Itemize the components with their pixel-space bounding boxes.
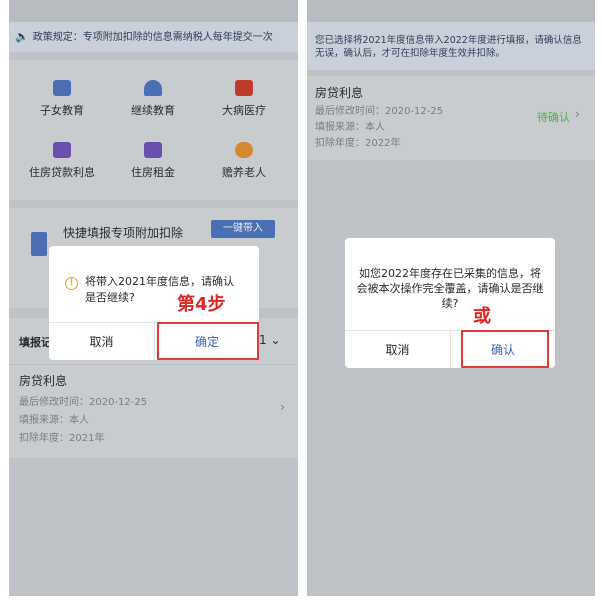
record-deduction-year: 扣除年度：2021年 xyxy=(19,433,105,444)
status-bar xyxy=(307,0,595,22)
house-loan-icon xyxy=(53,142,71,158)
category-label: 住房贷款利息 xyxy=(29,166,95,179)
children-education-icon xyxy=(53,80,71,96)
dialog-message: 如您2022年度存在已采集的信息，将会被本次操作完全覆盖，请确认是否继续? xyxy=(356,267,544,310)
policy-notice: 🔈 政策规定：专项附加扣除的信息需纳税人每年提交一次 xyxy=(9,22,298,52)
house-rent-icon xyxy=(144,142,162,158)
record-source: 填报来源：本人 xyxy=(19,415,89,426)
records-section-header: 填报记 xyxy=(19,336,52,349)
divider xyxy=(9,364,298,365)
category-label: 大病医疗 xyxy=(222,104,266,117)
record-title: 房贷利息 xyxy=(19,374,68,388)
graduation-cap-icon xyxy=(144,80,162,96)
deduction-categories-panel: 子女教育 继续教育 大病医疗 住房贷款利息 住房租金 赡养老人 xyxy=(9,60,298,200)
or-annotation: 或 xyxy=(473,306,491,327)
speaker-icon: 🔈 xyxy=(15,30,29,43)
record-modified-time: 最后修改时间：2020-12-25 xyxy=(19,397,148,408)
category-label: 住房租金 xyxy=(131,166,175,179)
cancel-button[interactable]: 取消 xyxy=(345,332,450,368)
record-card-mortgage[interactable]: 房贷利息 最后修改时间：2020-12-25 填报来源：本人 扣除年度：2022… xyxy=(307,76,595,160)
highlight-box xyxy=(461,330,549,368)
status-bar xyxy=(9,0,298,22)
one-click-import-button[interactable]: 一键带入 xyxy=(211,220,275,238)
category-label: 赡养老人 xyxy=(222,166,266,179)
policy-notice-text: 政策规定：专项附加扣除的信息需纳税人每年提交一次 xyxy=(32,32,273,43)
category-label: 继续教育 xyxy=(131,104,175,117)
category-continuing-education[interactable]: 继续教育 xyxy=(108,80,198,118)
record-card-mortgage[interactable]: 房贷利息 最后修改时间：2020-12-25 填报来源：本人 扣除年度：2021… xyxy=(19,372,289,452)
left-phone-screen: 🔈 政策规定：专项附加扣除的信息需纳税人每年提交一次 子女教育 继续教育 大病医疗… xyxy=(9,0,298,596)
category-medical[interactable]: 大病医疗 xyxy=(199,80,289,118)
record-deduction-year: 扣除年度：2022年 xyxy=(315,138,401,149)
record-modified-time: 最后修改时间：2020-12-25 xyxy=(315,106,444,117)
info-notice-text: 您已选择将2021年度信息带入2022年度进行填报，请确认信息无误，确认后，才可… xyxy=(315,35,582,59)
chevron-right-icon: › xyxy=(280,400,285,414)
category-housing-rent[interactable]: 住房租金 xyxy=(108,142,198,180)
highlight-box xyxy=(157,322,259,360)
status-pending: 待确认 xyxy=(537,111,570,124)
category-children-education[interactable]: 子女教育 xyxy=(17,80,107,118)
category-label: 子女教育 xyxy=(40,104,84,117)
right-phone-screen: 您已选择将2021年度信息带入2022年度进行填报，请确认信息无误，确认后，才可… xyxy=(307,0,595,596)
medical-kit-icon xyxy=(235,80,253,96)
quick-fill-title: 快捷填报专项附加扣除 xyxy=(63,226,184,240)
elderly-person-icon xyxy=(235,142,253,158)
step-annotation: 第4步 xyxy=(177,294,226,315)
category-housing-loan[interactable]: 住房贷款利息 xyxy=(17,142,107,180)
record-source: 填报来源：本人 xyxy=(315,122,385,133)
category-elderly-support[interactable]: 赡养老人 xyxy=(199,142,289,180)
year-selector[interactable]: 1 ⌄ xyxy=(259,333,281,347)
record-title: 房贷利息 xyxy=(315,86,364,100)
info-notice: 您已选择将2021年度信息带入2022年度进行填报，请确认信息无误，确认后，才可… xyxy=(307,22,595,70)
document-icon xyxy=(31,232,47,256)
chevron-right-icon: › xyxy=(575,107,580,121)
warning-icon: ! xyxy=(65,277,78,290)
cancel-button[interactable]: 取消 xyxy=(49,324,154,360)
year-selector-value: 1 xyxy=(259,333,267,347)
chevron-down-icon: ⌄ xyxy=(266,333,281,347)
